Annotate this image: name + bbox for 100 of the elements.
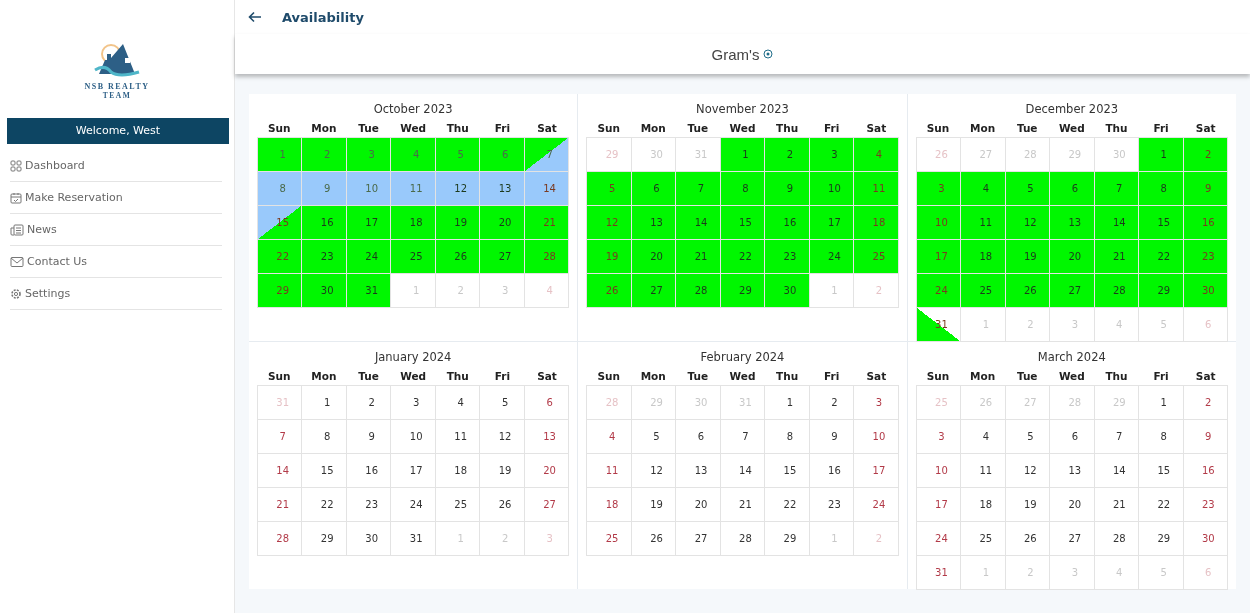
day-cell[interactable]: 2 [346, 386, 392, 420]
day-cell[interactable]: 31 [916, 308, 962, 342]
day-cell[interactable]: 8 [1139, 420, 1184, 454]
day-cell[interactable]: 30 [1183, 522, 1228, 556]
day-cell[interactable]: 7 [258, 420, 303, 454]
day-cell[interactable]: 31 [391, 522, 436, 556]
day-cell[interactable]: 30 [346, 522, 392, 556]
day-cell[interactable]: 16 [809, 454, 855, 488]
day-cell[interactable]: 25 [587, 522, 632, 556]
day-cell[interactable]: 23 [1183, 240, 1228, 274]
day-cell[interactable]: 26 [631, 522, 677, 556]
day-cell[interactable]: 5 [587, 172, 632, 206]
property-selector[interactable]: Gram's [711, 45, 774, 63]
day-cell[interactable]: 27 [676, 522, 721, 556]
day-cell[interactable]: 28 [524, 240, 570, 274]
day-cell[interactable]: 4 [961, 172, 1006, 206]
day-cell[interactable]: 28 [720, 522, 766, 556]
day-cell[interactable]: 18 [961, 240, 1006, 274]
day-cell[interactable]: 11 [391, 172, 436, 206]
day-cell[interactable]: 8 [302, 420, 347, 454]
day-cell[interactable]: 12 [435, 172, 481, 206]
day-cell[interactable]: 11 [435, 420, 481, 454]
day-cell[interactable]: 6 [676, 420, 721, 454]
day-cell[interactable]: 20 [1050, 488, 1095, 522]
day-cell[interactable]: 16 [302, 206, 347, 240]
day-cell[interactable]: 4 [961, 420, 1006, 454]
day-cell[interactable]: 5 [631, 420, 677, 454]
day-cell[interactable]: 10 [809, 172, 855, 206]
day-cell[interactable]: 20 [676, 488, 721, 522]
day-cell[interactable]: 3 [916, 420, 962, 454]
day-cell[interactable]: 8 [765, 420, 810, 454]
day-cell[interactable]: 27 [1050, 274, 1095, 308]
day-cell[interactable]: 19 [480, 454, 525, 488]
day-cell[interactable]: 25 [961, 522, 1006, 556]
day-cell[interactable]: 24 [916, 522, 962, 556]
day-cell[interactable]: 22 [1139, 240, 1184, 274]
day-cell[interactable]: 8 [720, 172, 766, 206]
day-cell[interactable]: 19 [1005, 240, 1051, 274]
day-cell[interactable]: 7 [676, 172, 721, 206]
day-cell[interactable]: 21 [258, 488, 303, 522]
day-cell[interactable]: 20 [480, 206, 525, 240]
day-cell[interactable]: 26 [435, 240, 481, 274]
day-cell[interactable]: 24 [809, 240, 855, 274]
day-cell[interactable]: 11 [854, 172, 899, 206]
day-cell[interactable]: 23 [809, 488, 855, 522]
day-cell[interactable]: 13 [1050, 206, 1095, 240]
day-cell[interactable]: 4 [435, 386, 481, 420]
day-cell[interactable]: 18 [961, 488, 1006, 522]
day-cell[interactable]: 16 [1183, 454, 1228, 488]
day-cell[interactable]: 24 [916, 274, 962, 308]
day-cell[interactable]: 13 [631, 206, 677, 240]
day-cell[interactable]: 7 [1094, 420, 1140, 454]
day-cell[interactable]: 19 [587, 240, 632, 274]
day-cell[interactable]: 17 [809, 206, 855, 240]
day-cell[interactable]: 4 [854, 138, 899, 172]
day-cell[interactable]: 6 [631, 172, 677, 206]
day-cell[interactable]: 2 [302, 138, 347, 172]
day-cell[interactable]: 26 [587, 274, 632, 308]
day-cell[interactable]: 17 [854, 454, 899, 488]
day-cell[interactable]: 18 [854, 206, 899, 240]
day-cell[interactable]: 13 [1050, 454, 1095, 488]
day-cell[interactable]: 25 [391, 240, 436, 274]
day-cell[interactable]: 7 [720, 420, 766, 454]
day-cell[interactable]: 3 [809, 138, 855, 172]
day-cell[interactable]: 13 [480, 172, 525, 206]
day-cell[interactable]: 23 [346, 488, 392, 522]
day-cell[interactable]: 14 [258, 454, 303, 488]
day-cell[interactable]: 9 [346, 420, 392, 454]
day-cell[interactable]: 3 [346, 138, 392, 172]
day-cell[interactable]: 31 [916, 556, 962, 590]
day-cell[interactable]: 22 [720, 240, 766, 274]
day-cell[interactable]: 9 [809, 420, 855, 454]
day-cell[interactable]: 2 [1183, 386, 1228, 420]
day-cell[interactable]: 3 [854, 386, 899, 420]
day-cell[interactable]: 1 [258, 138, 303, 172]
day-cell[interactable]: 3 [391, 386, 436, 420]
day-cell[interactable]: 29 [765, 522, 810, 556]
day-cell[interactable]: 9 [1183, 172, 1228, 206]
day-cell[interactable]: 12 [480, 420, 525, 454]
day-cell[interactable]: 17 [346, 206, 392, 240]
day-cell[interactable]: 19 [435, 206, 481, 240]
day-cell[interactable]: 15 [258, 206, 303, 240]
day-cell[interactable]: 25 [854, 240, 899, 274]
back-arrow-icon[interactable] [248, 11, 262, 23]
day-cell[interactable]: 5 [480, 386, 525, 420]
day-cell[interactable]: 27 [480, 240, 525, 274]
day-cell[interactable]: 22 [765, 488, 810, 522]
day-cell[interactable]: 10 [391, 420, 436, 454]
day-cell[interactable]: 15 [302, 454, 347, 488]
sidebar-item[interactable]: Settings [10, 278, 222, 310]
day-cell[interactable]: 1 [720, 138, 766, 172]
day-cell[interactable]: 21 [676, 240, 721, 274]
day-cell[interactable]: 21 [524, 206, 570, 240]
day-cell[interactable]: 11 [961, 206, 1006, 240]
day-cell[interactable]: 27 [1050, 522, 1095, 556]
day-cell[interactable]: 14 [524, 172, 570, 206]
day-cell[interactable]: 29 [302, 522, 347, 556]
sidebar-item[interactable]: Contact Us [10, 246, 222, 278]
day-cell[interactable]: 15 [765, 454, 810, 488]
day-cell[interactable]: 7 [524, 138, 570, 172]
